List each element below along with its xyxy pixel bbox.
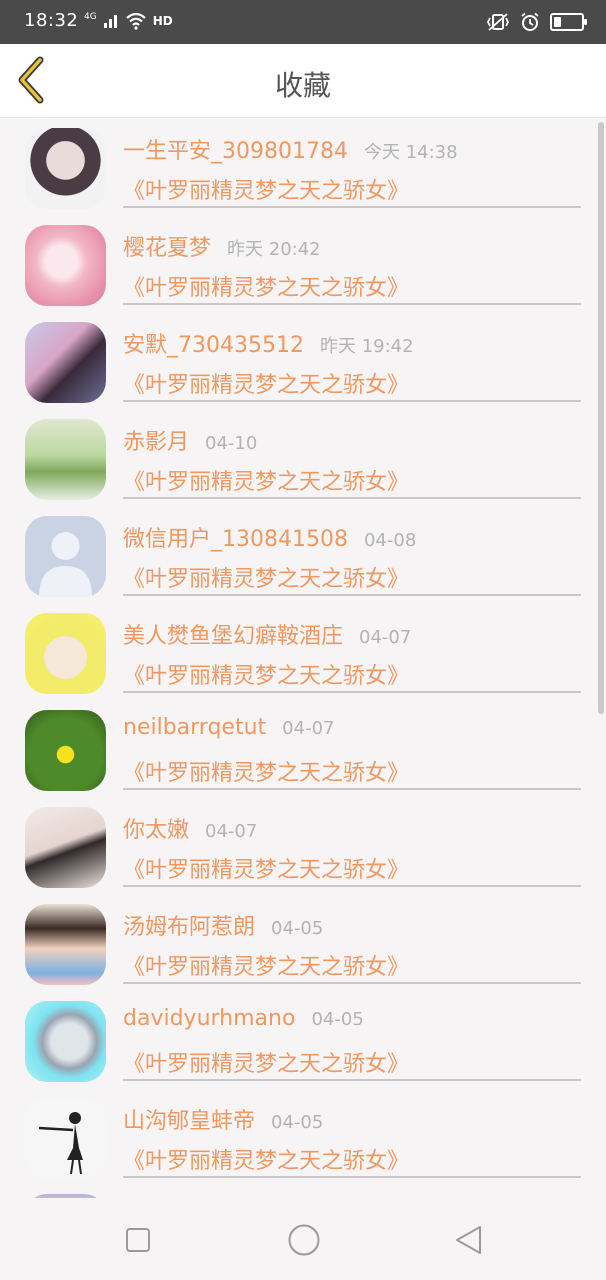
favorites-list[interactable]: 一生平安_309801784 今天 14:38 《叶罗丽精灵梦之天之骄女》 樱花…: [0, 119, 606, 1198]
sketch-avatar-icon: [38, 1112, 83, 1175]
wifi-icon: [125, 12, 146, 30]
divider: [123, 206, 581, 208]
circle-icon: [288, 1224, 320, 1256]
signal-icon: [103, 15, 117, 28]
book-title[interactable]: 《叶罗丽精灵梦之天之骄女》: [123, 270, 409, 302]
avatar[interactable]: [25, 904, 106, 985]
username[interactable]: 樱花夏梦: [123, 230, 211, 262]
avatar[interactable]: [25, 322, 106, 403]
avatar[interactable]: [25, 807, 106, 888]
list-item[interactable]: 赤影月 04-10 《叶罗丽精灵梦之天之骄女》: [0, 410, 606, 507]
username[interactable]: 汤姆布阿惹朗: [123, 909, 255, 941]
list-item[interactable]: davidyurhmano 04-05 《叶罗丽精灵梦之天之骄女》: [0, 992, 606, 1089]
alarm-icon: [521, 12, 539, 31]
divider: [123, 594, 581, 596]
vibrate-icon: [486, 13, 510, 31]
timestamp: 04-08: [363, 530, 417, 551]
divider: [123, 691, 581, 693]
timestamp: 04-05: [271, 918, 324, 939]
system-back-button[interactable]: [450, 1220, 490, 1264]
avatar[interactable]: [25, 225, 106, 306]
divider: [123, 400, 581, 402]
username[interactable]: 你太嫩: [123, 812, 189, 844]
divider: [123, 1079, 581, 1081]
username[interactable]: neilbarrqetut: [123, 715, 266, 740]
username[interactable]: 微信用户_130841508: [123, 521, 348, 553]
avatar[interactable]: [25, 1098, 106, 1179]
username[interactable]: 美人燓鱼堡幻癖鞍酒庄: [123, 618, 343, 650]
book-title[interactable]: 《叶罗丽精灵梦之天之骄女》: [123, 755, 409, 787]
status-bar: 18:32 4G HD: [0, 0, 606, 44]
avatar[interactable]: [25, 613, 106, 694]
book-title[interactable]: 《叶罗丽精灵梦之天之骄女》: [123, 949, 409, 981]
timestamp: 今天 14:38: [363, 142, 458, 163]
network-type-label: 4G: [84, 11, 97, 22]
timestamp: 04-07: [282, 718, 335, 739]
timestamp: 昨天 20:42: [227, 239, 321, 260]
list-item[interactable]: 微信用户_130841508 04-08 《叶罗丽精灵梦之天之骄女》: [0, 507, 606, 604]
default-avatar-icon: [39, 532, 92, 597]
book-title[interactable]: 《叶罗丽精灵梦之天之骄女》: [123, 658, 409, 690]
avatar[interactable]: [25, 128, 106, 209]
username[interactable]: 赤影月: [123, 424, 189, 456]
divider: [123, 303, 581, 305]
home-button[interactable]: [284, 1220, 324, 1264]
username[interactable]: 安默_730435512: [123, 327, 304, 359]
avatar[interactable]: [25, 710, 106, 791]
book-title[interactable]: 《叶罗丽精灵梦之天之骄女》: [123, 367, 409, 399]
square-icon: [126, 1228, 150, 1252]
list-item[interactable]: 汤姆布阿惹朗 04-05 《叶罗丽精灵梦之天之骄女》: [0, 895, 606, 992]
battery-icon: [550, 13, 587, 31]
username[interactable]: 一生平安_309801784: [123, 133, 348, 165]
book-title[interactable]: 《叶罗丽精灵梦之天之骄女》: [123, 1143, 409, 1175]
timestamp: 04-05: [271, 1112, 324, 1133]
list-item[interactable]: 安默_730435512 昨天 19:42 《叶罗丽精灵梦之天之骄女》: [0, 313, 606, 410]
page-title: 收藏: [274, 69, 331, 102]
divider: [123, 1176, 581, 1178]
recents-button[interactable]: [122, 1220, 156, 1264]
list-item[interactable]: 美人燓鱼堡幻癖鞍酒庄 04-07 《叶罗丽精灵梦之天之骄女》: [0, 604, 606, 701]
divider: [123, 788, 581, 790]
book-title[interactable]: 《叶罗丽精灵梦之天之骄女》: [123, 173, 409, 205]
divider: [123, 885, 581, 887]
book-title[interactable]: 《叶罗丽精灵梦之天之骄女》: [123, 852, 409, 884]
hd-label: HD: [152, 14, 173, 28]
list-item[interactable]: 一生平安_309801784 今天 14:38 《叶罗丽精灵梦之天之骄女》: [0, 119, 606, 216]
divider: [123, 982, 581, 984]
navigation-bar: [0, 1198, 606, 1280]
avatar[interactable]: [25, 516, 106, 597]
triangle-back-icon: [456, 1226, 481, 1254]
timestamp: 昨天 19:42: [319, 336, 414, 357]
scrollbar[interactable]: [598, 122, 604, 714]
status-time: 18:32: [24, 10, 79, 31]
avatar[interactable]: [25, 1001, 106, 1082]
timestamp: 04-07: [205, 821, 258, 842]
book-title[interactable]: 《叶罗丽精灵梦之天之骄女》: [123, 464, 409, 496]
list-item[interactable]: 你太嫩 04-07 《叶罗丽精灵梦之天之骄女》: [0, 798, 606, 895]
timestamp: 04-07: [359, 627, 412, 648]
list-item[interactable]: neilbarrqetut 04-07 《叶罗丽精灵梦之天之骄女》: [0, 701, 606, 798]
timestamp: 04-10: [205, 433, 258, 454]
avatar[interactable]: [25, 419, 106, 500]
book-title[interactable]: 《叶罗丽精灵梦之天之骄女》: [123, 1046, 409, 1078]
list-item[interactable]: 樱花夏梦 昨天 20:42 《叶罗丽精灵梦之天之骄女》: [0, 216, 606, 313]
title-bar: 收藏: [0, 44, 606, 118]
username[interactable]: 山沟郇皇蚌帝: [123, 1103, 255, 1135]
list-item[interactable]: 山沟郇皇蚌帝 04-05 《叶罗丽精灵梦之天之骄女》: [0, 1089, 606, 1186]
timestamp: 04-05: [311, 1009, 364, 1030]
book-title[interactable]: 《叶罗丽精灵梦之天之骄女》: [123, 561, 409, 593]
divider: [123, 497, 581, 499]
username[interactable]: davidyurhmano: [123, 1006, 295, 1031]
